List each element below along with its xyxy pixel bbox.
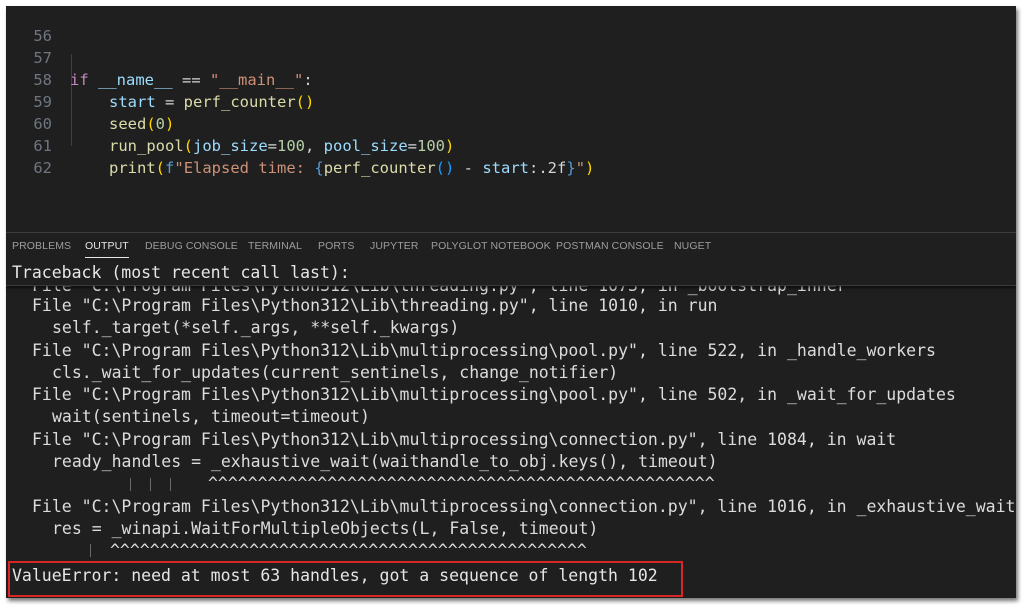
code-editor[interactable]: 56 57 if __name__ == "__main__": 58 star… [6,6,1016,232]
code-text: start = perf_counter() [109,93,315,111]
tab-debug-console[interactable]: DEBUG CONSOLE [145,240,238,252]
output-line: self._target(*self._args, **self._kwargs… [52,318,460,337]
code-line-56[interactable]: 56 [6,6,62,45]
code-text: if __name__ == "__main__": [70,71,313,89]
output-line: wait(sentinels, timeout=timeout) [52,407,370,426]
tab-jupyter[interactable]: JUPYTER [370,240,419,252]
code-line-57[interactable]: 57 if __name__ == "__main__": [6,25,312,89]
sticky-scroll-header[interactable]: Traceback (most recent call last): [6,261,1016,286]
tab-polyglot-notebook[interactable]: POLYGLOT NOTEBOOK [431,240,551,252]
code-line-60[interactable]: 60 run_pool(job_size=100, pool_size=100) [6,91,454,155]
caret-guide [130,478,131,491]
output-line: File "C:\Program Files\Python312\Lib\mul… [32,497,1016,516]
code-line-59[interactable]: 59 seed(0) [6,69,174,133]
tab-output[interactable]: OUTPUT [85,240,129,258]
error-message: ValueError: need at most 63 handles, got… [12,566,658,585]
code-line-62[interactable]: 62 [6,135,62,177]
vscode-window: 56 57 if __name__ == "__main__": 58 star… [6,6,1016,598]
tab-terminal[interactable]: TERMINAL [248,240,302,252]
output-line: File "C:\Program Files\Python312\Lib\mul… [32,430,897,449]
tab-ports[interactable]: PORTS [318,240,354,252]
output-line: File "C:\Program Files\Python312\Lib\mul… [32,341,936,360]
code-text: print(f"Elapsed time: {perf_counter() - … [109,159,595,177]
code-text: run_pool(job_size=100, pool_size=100) [109,137,455,155]
output-caret-line: ^^^^^^^^^^^^^^^^^^^^^^^^^^^^^^^^^^^^^^^^… [110,541,587,560]
traceback-header-text: Traceback (most recent call last): [12,263,350,282]
caret-guide [90,544,91,557]
indent-guide [71,54,72,146]
tab-problems[interactable]: PROBLEMS [12,240,71,252]
line-number: 62 [33,159,52,177]
output-line: File "C:\Program Files\Python312\Lib\thr… [32,296,718,315]
tab-nuget[interactable]: NUGET [674,240,711,252]
output-caret-line: ^^^^^^^^^^^^^^^^^^^^^^^^^^^^^^^^^^^^^^^^… [208,474,715,493]
output-line: ready_handles = _exhaustive_wait(waithan… [52,452,718,471]
output-line: File "C:\Program Files\Python312\Lib\mul… [32,385,956,404]
tab-postman-console[interactable]: POSTMAN CONSOLE [556,240,664,252]
code-line-61[interactable]: 61 print(f"Elapsed time: {perf_counter()… [6,113,594,177]
panel-tabs: PROBLEMS OUTPUT DEBUG CONSOLE TERMINAL P… [6,233,1016,263]
caret-guide [170,478,171,491]
code-line-58[interactable]: 58 start = perf_counter() [6,47,314,111]
code-text: seed(0) [109,115,175,133]
caret-guide [150,478,151,491]
output-line: res = _winapi.WaitForMultipleObjects(L, … [52,519,599,538]
output-line: cls._wait_for_updates(current_sentinels,… [52,363,619,382]
